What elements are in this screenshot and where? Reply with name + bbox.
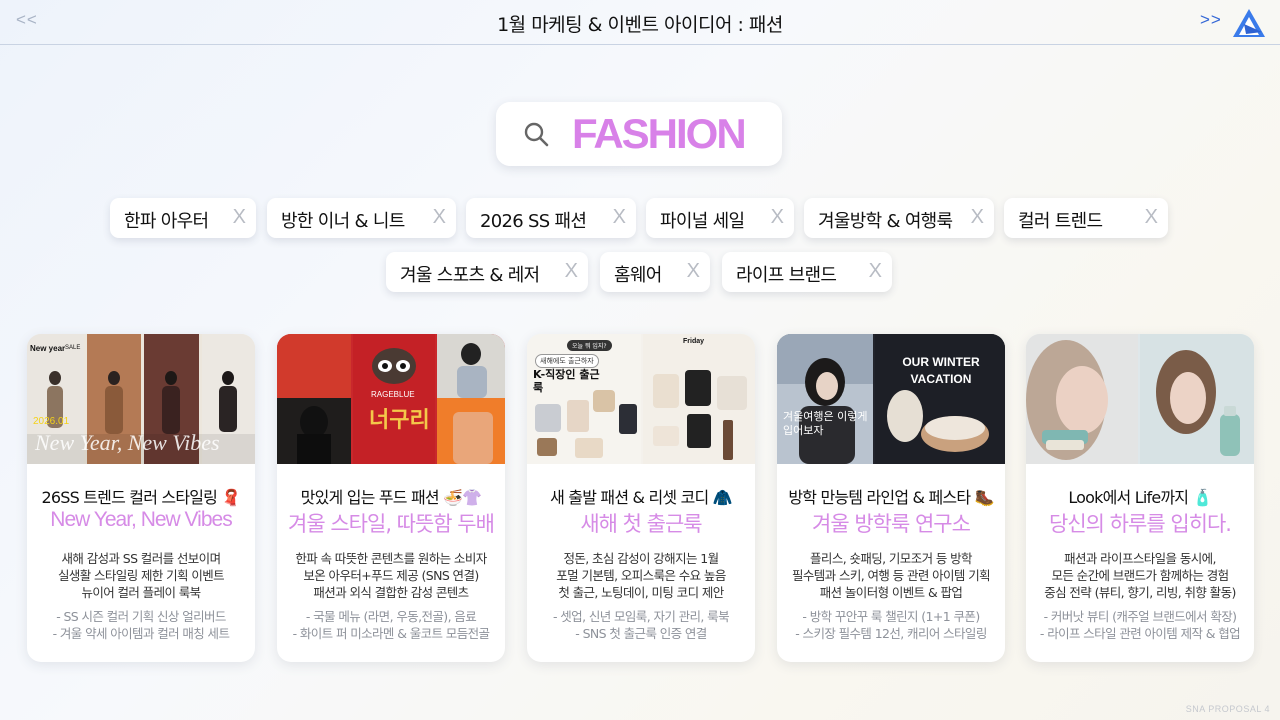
idea-card[interactable]: New year SALE 2026.01 New Year, New Vibe…: [27, 334, 255, 662]
idea-card[interactable]: Look에서 Life까지 🧴 당신의 하루를 입히다. 패션과 라이프스타일을…: [1026, 334, 1254, 662]
search-query: FASHION: [572, 110, 747, 157]
tag-chip[interactable]: 2026 SS 패션 X: [466, 198, 636, 238]
card-image-sale: SALE: [65, 345, 81, 351]
card-heading: 26SS 트렌드 컬러 스타일링 🧣: [41, 488, 241, 507]
card-heading: Look에서 Life까지 🧴: [1068, 488, 1212, 507]
card-bullets: - 커버낫 뷰티 (캐주얼 브랜드에서 확장) - 라이프 스타일 관련 아이템…: [1039, 609, 1241, 641]
search-box[interactable]: FASHION: [496, 102, 782, 166]
page-title: 1월 마케팅 & 이벤트 아이디어 : 패션: [497, 14, 783, 36]
card-image-title: K-직장인 출근룩: [533, 368, 600, 394]
card-image-overlay: New Year, New Vibes: [35, 430, 220, 455]
card-image-tag: New year: [30, 344, 66, 353]
close-icon[interactable]: X: [233, 206, 246, 229]
card-heading: 방학 만능템 라인업 & 페스타 🥾: [788, 488, 994, 507]
close-icon[interactable]: X: [971, 206, 984, 229]
card-bullets: - 국물 메뉴 (라면, 우동,전골), 음료 - 화이트 퍼 미소라멘 & 울…: [292, 609, 490, 641]
close-icon[interactable]: X: [771, 206, 784, 229]
card-image-chip: 오늘 뭐 입지?: [567, 340, 612, 351]
top-bar: << 1월 마케팅 & 이벤트 아이디어 : 패션 >>: [0, 0, 1280, 45]
card-description: 정돈, 초심 감성이 강해지는 1월 포멀 기본템, 오피스룩은 수요 높음 첫…: [556, 551, 726, 600]
card-description: 한파 속 따뜻한 콘텐츠를 원하는 소비자 보온 아우터+푸드 제공 (SNS …: [295, 551, 487, 600]
tag-chip[interactable]: 방한 이너 & 니트 X: [267, 198, 456, 238]
tag-label: 방한 이너 & 니트: [281, 211, 405, 232]
card-heading: 새 출발 패션 & 리셋 코디 🧥: [550, 488, 733, 507]
card-image-lifestyle: [1026, 334, 1254, 464]
card-subheading: 당신의 하루를 입히다.: [1049, 512, 1232, 536]
footer-page-label: SNA PROPOSAL 4: [1185, 704, 1270, 714]
idea-card[interactable]: OUR WINTER VACATION 겨울여행은 이렇게 입어보자 방학 만능…: [777, 334, 1005, 662]
card-image-date: 2026.01: [33, 416, 70, 427]
tag-label: 2026 SS 패션: [480, 211, 587, 232]
card-bullets: - SS 시즌 컬러 기획 신상 얼리버드 - 겨울 약세 아이템과 컬러 매칭…: [52, 609, 230, 641]
tag-label: 겨울방학 & 여행룩: [818, 211, 953, 232]
card-image-banner: OUR WINTER VACATION: [902, 355, 980, 386]
tag-chip[interactable]: 한파 아우터 X: [110, 198, 256, 238]
card-subheading: 겨울 스타일, 따뜻함 두배: [288, 512, 495, 536]
idea-card[interactable]: 오늘 뭐 입지? 새해에도 출근하자 K-직장인 출근룩 Friday 새 출발…: [527, 334, 755, 662]
tag-label: 파이널 세일: [660, 211, 745, 232]
card-description: 플리스, 숏패딩, 기모조거 등 방학 필수템과 스키, 여행 등 관련 아이템…: [791, 551, 991, 600]
card-subheading: 겨울 방학룩 연구소: [812, 512, 971, 536]
next-page-button[interactable]: >>: [1200, 10, 1222, 30]
tag-label: 한파 아우터: [124, 211, 209, 232]
card-image-food-fashion: RAGEBLUE 너구리: [277, 334, 505, 464]
card-description: 새해 감성과 SS 컬러를 선보이며 실생활 스타일링 제한 기획 이벤트 뉴이…: [57, 551, 225, 600]
tag-chip[interactable]: 겨울 스포츠 & 레저 X: [386, 252, 588, 292]
close-icon[interactable]: X: [869, 260, 882, 283]
tag-label: 라이프 브랜드: [736, 265, 837, 286]
card-image-brand: RAGEBLUE: [371, 390, 415, 399]
idea-card[interactable]: RAGEBLUE 너구리 맛있게 입는 푸드 패션 🍜👚 겨울 스타일, 따뜻함…: [277, 334, 505, 662]
card-image-bubble: 새해에도 출근하자: [535, 354, 599, 368]
card-description: 패션과 라이프스타일을 동시에, 모든 순간에 브랜드가 함께하는 경험 중심 …: [1044, 551, 1236, 600]
card-image-overlay: 겨울여행은 이렇게 입어보자: [783, 410, 868, 437]
tag-label: 컬러 트렌드: [1018, 211, 1103, 232]
card-image-winter-vacation: OUR WINTER VACATION 겨울여행은 이렇게 입어보자: [777, 334, 1005, 464]
close-icon[interactable]: X: [687, 260, 700, 283]
close-icon[interactable]: X: [433, 206, 446, 229]
card-heading: 맛있게 입는 푸드 패션 🍜👚: [300, 488, 482, 507]
close-icon[interactable]: X: [613, 206, 626, 229]
tag-label: 겨울 스포츠 & 레저: [400, 265, 540, 286]
tag-chip[interactable]: 겨울방학 & 여행룩 X: [804, 198, 994, 238]
close-icon[interactable]: X: [1145, 206, 1158, 229]
card-bullets: - 방학 꾸안꾸 룩 챌린지 (1+1 쿠폰) - 스키장 필수템 12선, 캐…: [795, 609, 987, 641]
card-image-lookbook: New year SALE 2026.01 New Year, New Vibe…: [27, 334, 255, 464]
card-subheading: New Year, New Vibes: [50, 508, 232, 531]
card-image-office-look: 오늘 뭐 입지? 새해에도 출근하자 K-직장인 출근룩 Friday: [527, 334, 755, 464]
tag-label: 홈웨어: [614, 265, 662, 286]
brand-logo-icon: [1233, 9, 1265, 37]
tag-chip[interactable]: 홈웨어 X: [600, 252, 710, 292]
tag-chip[interactable]: 파이널 세일 X: [646, 198, 794, 238]
card-bullets: - 셋업, 신년 모임룩, 자기 관리, 룩북 - SNS 첫 출근룩 인증 연…: [553, 609, 730, 641]
card-subheading: 새해 첫 출근룩: [580, 512, 702, 536]
card-image-product: 너구리: [369, 408, 430, 433]
card-image-day: Friday: [683, 338, 705, 345]
tag-chip[interactable]: 라이프 브랜드 X: [722, 252, 892, 292]
tag-chip[interactable]: 컬러 트렌드 X: [1004, 198, 1168, 238]
close-icon[interactable]: X: [565, 260, 578, 283]
search-icon: [524, 122, 549, 147]
